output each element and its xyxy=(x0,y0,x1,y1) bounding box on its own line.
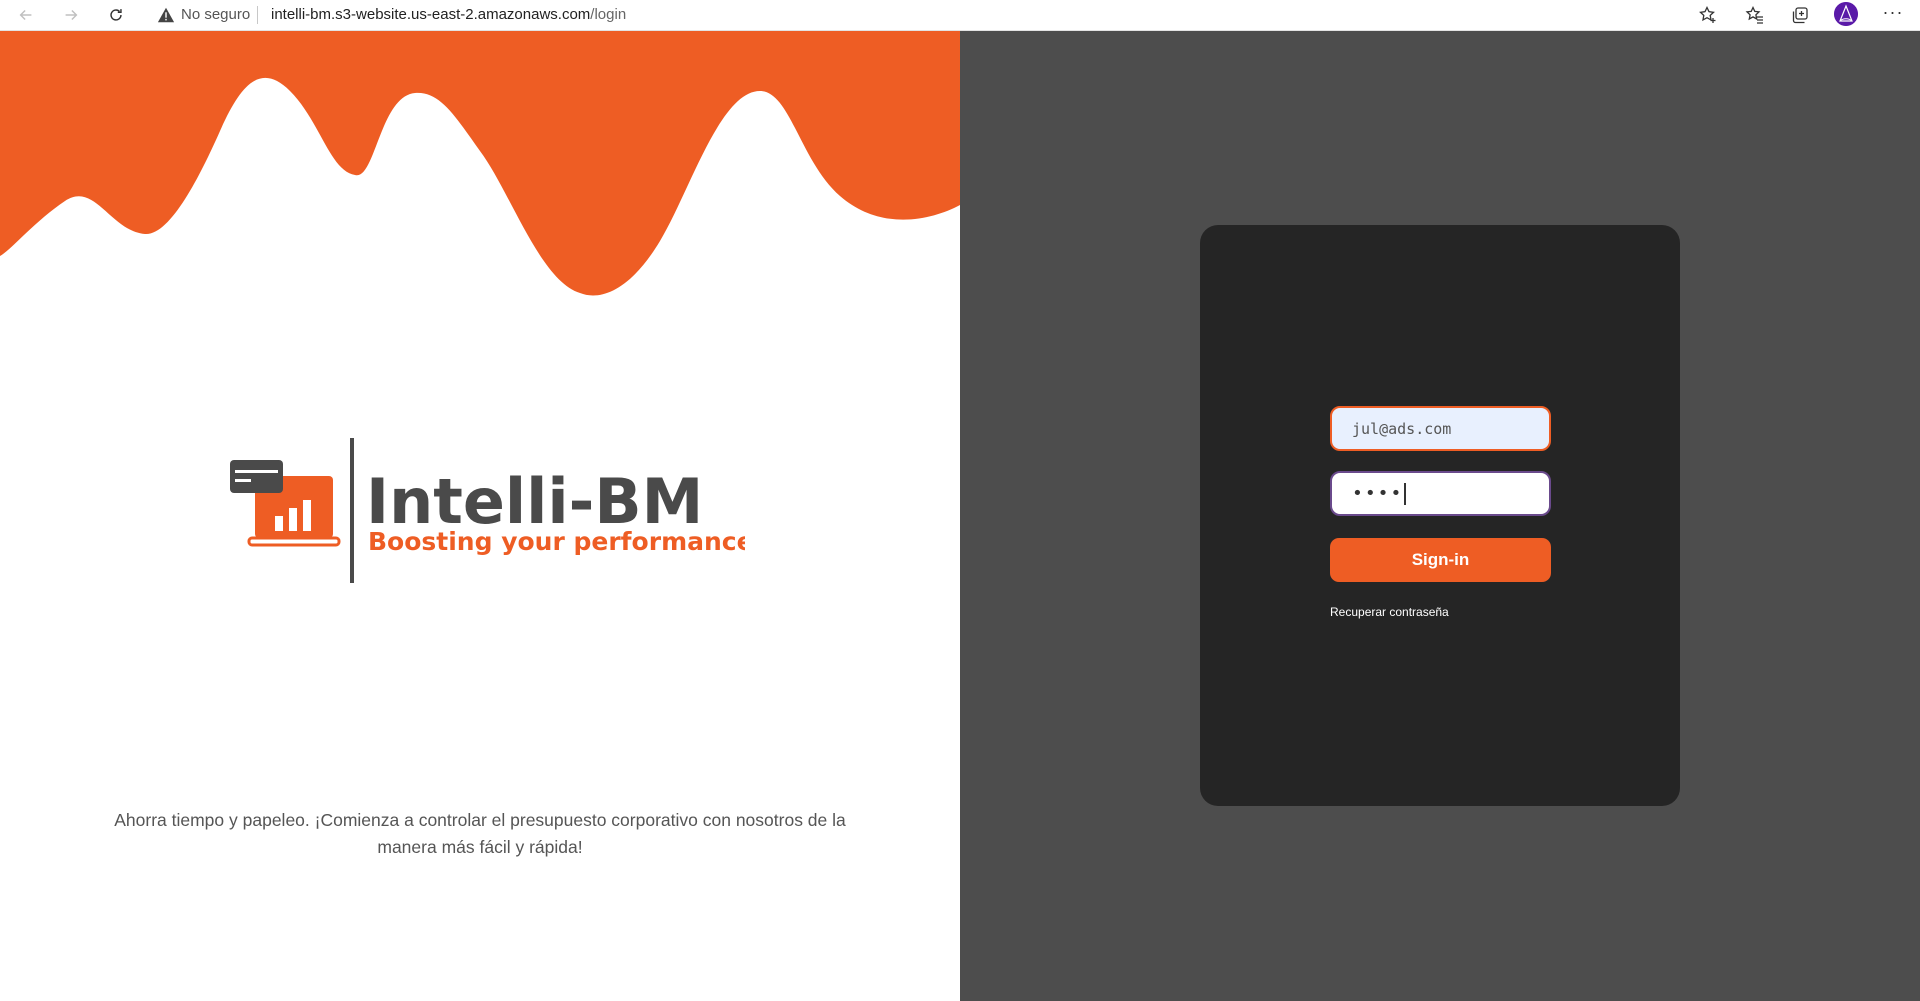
url-host: intelli-bm.s3-website.us-east-2.amazonaw… xyxy=(271,6,591,23)
laptop-chart-icon xyxy=(230,460,341,547)
browser-toolbar: No seguro intelli-bm.s3-website.us-east-… xyxy=(0,0,1920,31)
logo-divider xyxy=(350,438,354,583)
profile-avatar[interactable] xyxy=(1834,2,1858,26)
email-value: jul@ads.com xyxy=(1352,419,1452,438)
address-bar[interactable]: intelli-bm.s3-website.us-east-2.amazonaw… xyxy=(271,5,626,25)
back-button[interactable] xyxy=(14,3,38,27)
url-separator xyxy=(257,6,258,24)
add-favorite-button[interactable] xyxy=(1695,3,1721,27)
reload-icon xyxy=(110,9,122,21)
intelli-bm-logo: Intelli-BM Boosting your performance xyxy=(225,438,754,588)
security-label[interactable]: No seguro xyxy=(181,5,250,25)
collections-icon xyxy=(1792,7,1808,24)
email-field[interactable]: jul@ads.com xyxy=(1330,406,1551,451)
forward-button[interactable] xyxy=(59,3,83,27)
password-mask: •••• xyxy=(1352,483,1404,504)
branding-panel: Intelli-BM Boosting your performance Aho… xyxy=(0,31,960,1001)
text-caret xyxy=(1404,482,1406,505)
star-add-icon xyxy=(1699,5,1716,23)
arrow-left-icon xyxy=(19,9,32,21)
sign-in-button[interactable]: Sign-in xyxy=(1330,538,1551,582)
collections-button[interactable] xyxy=(1787,3,1813,27)
tagline-text: Ahorra tiempo y papeleo. ¡Comienza a con… xyxy=(114,810,846,857)
more-menu-button[interactable]: ··· xyxy=(1880,1,1906,27)
decorative-wave xyxy=(0,31,960,296)
favorites-icon xyxy=(1745,5,1763,24)
url-path: /login xyxy=(590,6,627,23)
reload-button[interactable] xyxy=(104,3,128,27)
arrow-right-icon xyxy=(65,9,78,21)
favorites-button[interactable] xyxy=(1742,3,1768,27)
avatar-icon xyxy=(1834,2,1858,26)
brand-slogan: Boosting your performance xyxy=(368,527,745,556)
recover-password-link[interactable]: Recuperar contraseña xyxy=(1330,605,1449,619)
warning-icon[interactable] xyxy=(156,3,176,27)
login-card: jul@ads.com •••• Sign-in Recuperar contr… xyxy=(1200,225,1680,806)
password-field[interactable]: •••• xyxy=(1330,471,1551,516)
login-panel: jul@ads.com •••• Sign-in Recuperar contr… xyxy=(960,31,1920,1001)
